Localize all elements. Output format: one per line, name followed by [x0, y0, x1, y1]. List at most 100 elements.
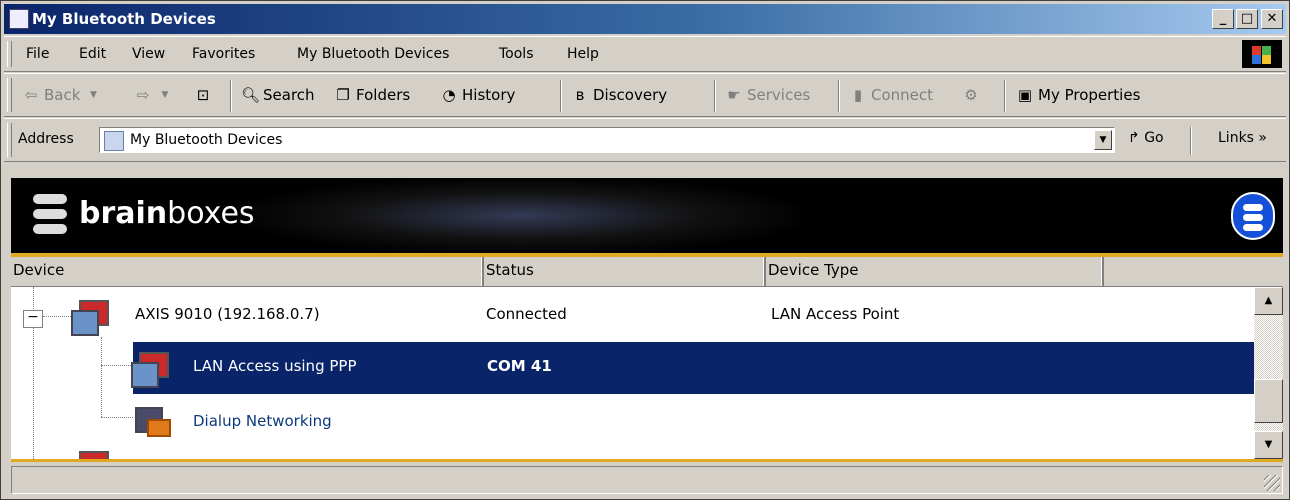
address-dropdown-button[interactable]: ▼ — [1094, 130, 1112, 150]
network-computer-icon — [71, 296, 111, 336]
go-label: Go — [1144, 130, 1164, 146]
disconnect-icon: ⚙ — [964, 86, 978, 104]
list-header: Device Status Device Type — [11, 257, 1283, 287]
toolbar-separator — [560, 80, 562, 112]
my-properties-button[interactable]: ▣ My Properties — [1016, 86, 1141, 104]
brand-regular: boxes — [167, 196, 255, 231]
status-bar — [11, 466, 1283, 494]
links-label: Links — [1218, 130, 1254, 146]
connect-label: Connect — [871, 86, 934, 104]
addressbar-grip[interactable] — [7, 123, 12, 157]
device-list: − AXIS 9010 (192.168.0.7) Connected LAN … — [11, 287, 1254, 459]
address-value: My Bluetooth Devices — [130, 132, 283, 148]
bluetooth-folder-icon — [104, 131, 124, 151]
window: My Bluetooth Devices _ □ ✕ File Edit Vie… — [0, 0, 1290, 500]
brand-bold: brain — [79, 196, 168, 231]
discovery-button[interactable]: ʙ Discovery — [571, 86, 667, 104]
menu-file[interactable]: File — [26, 46, 49, 62]
scroll-down-button[interactable]: ▼ — [1254, 431, 1283, 459]
folders-icon: ❐ — [336, 86, 350, 104]
menu-favorites[interactable]: Favorites — [192, 46, 255, 62]
network-computer-icon — [131, 348, 171, 388]
dialup-networking-icon — [133, 401, 173, 441]
back-label: Back — [44, 86, 81, 104]
brand-name: brainboxes — [79, 196, 255, 231]
banner-glow — [241, 178, 801, 253]
properties-icon: ▣ — [1017, 86, 1033, 104]
service-name: Dialup Networking — [193, 412, 332, 430]
address-label: Address — [18, 131, 74, 147]
collapse-toggle[interactable]: − — [23, 310, 43, 328]
my-properties-label: My Properties — [1038, 86, 1141, 104]
services-button[interactable]: ☛ Services — [725, 86, 810, 104]
toolbar-grip[interactable] — [7, 78, 12, 112]
history-icon: ◔ — [442, 86, 456, 104]
brainboxes-round-logo-icon — [1231, 192, 1275, 240]
up-folder-icon: ⊡ — [196, 86, 210, 104]
device-name: AXIS 9010 (192.168.0.7) — [135, 305, 320, 323]
device-row[interactable]: Dialup Networking — [11, 395, 1254, 447]
history-label: History — [462, 86, 516, 104]
go-arrow-icon: ↱ — [1128, 130, 1140, 146]
title-bar[interactable]: My Bluetooth Devices _ □ ✕ — [4, 4, 1286, 34]
forward-arrow-icon: ⇨ — [136, 86, 150, 104]
go-button[interactable]: ↱ Go — [1128, 130, 1164, 146]
services-icon: ☛ — [727, 86, 741, 104]
up-folder-button[interactable]: ⊡ — [194, 86, 212, 104]
standard-toolbar: ⇦ Back ▼ ⇨ ▼ ⊡ 🔍︎ Search ❐ Folders ◔ His… — [4, 73, 1286, 117]
folders-label: Folders — [356, 86, 411, 104]
device-type: LAN Access Point — [771, 305, 900, 323]
device-row-selected[interactable]: LAN Access using PPP COM 41 — [131, 342, 1254, 394]
network-computer-icon — [71, 447, 111, 459]
column-device-type[interactable]: Device Type — [766, 257, 1104, 286]
menu-my-bluetooth-devices[interactable]: My Bluetooth Devices — [297, 46, 449, 62]
brainboxes-banner: brainboxes — [11, 178, 1283, 253]
menu-help[interactable]: Help — [567, 46, 599, 62]
close-button[interactable]: ✕ — [1261, 9, 1283, 29]
scroll-thumb[interactable] — [1254, 379, 1283, 423]
window-title: My Bluetooth Devices — [32, 10, 216, 28]
minimize-button[interactable]: _ — [1212, 9, 1234, 29]
windows-logo-icon — [1242, 40, 1282, 68]
back-button[interactable]: ⇦ Back ▼ — [22, 86, 102, 104]
services-label: Services — [747, 86, 811, 104]
menu-view[interactable]: View — [132, 46, 165, 62]
menu-bar: File Edit View Favorites My Bluetooth De… — [4, 36, 1286, 72]
connect-button[interactable]: ▮ Connect — [849, 86, 933, 104]
toolbar-separator — [230, 80, 232, 112]
menu-edit[interactable]: Edit — [79, 46, 106, 62]
list-bottom-accent-line — [11, 459, 1283, 462]
history-button[interactable]: ◔ History — [440, 86, 515, 104]
column-status[interactable]: Status — [484, 257, 766, 286]
folders-button[interactable]: ❐ Folders — [334, 86, 410, 104]
service-port: COM 41 — [487, 357, 552, 375]
forward-dropdown-icon[interactable]: ▼ — [156, 86, 174, 104]
scroll-up-button[interactable]: ▲ — [1254, 287, 1283, 315]
discovery-label: Discovery — [593, 86, 668, 104]
forward-button[interactable]: ⇨ ▼ — [134, 86, 174, 104]
brainboxes-logo-icon — [33, 192, 67, 236]
toolbar-separator — [714, 80, 716, 112]
tree-line — [101, 365, 133, 366]
back-dropdown-icon[interactable]: ▼ — [84, 86, 102, 104]
search-icon: 🔍︎ — [241, 86, 261, 104]
column-device[interactable]: Device — [11, 257, 484, 286]
address-bar: Address My Bluetooth Devices ▼ ↱ Go Link… — [4, 118, 1286, 162]
disconnect-button[interactable]: ⚙ — [962, 86, 980, 104]
device-status: Connected — [486, 305, 567, 323]
address-separator — [1190, 127, 1192, 155]
menubar-grip[interactable] — [7, 41, 12, 67]
search-label: Search — [263, 86, 315, 104]
device-row[interactable]: − AXIS 9010 (192.168.0.7) Connected LAN … — [11, 290, 1254, 342]
resize-grip-icon[interactable] — [1264, 475, 1280, 491]
vertical-scrollbar[interactable]: ▲ ▼ — [1254, 287, 1283, 459]
maximize-button[interactable]: □ — [1236, 9, 1258, 29]
links-button[interactable]: Links » — [1218, 130, 1267, 146]
menu-tools[interactable]: Tools — [499, 46, 534, 62]
bluetooth-app-icon — [9, 9, 29, 29]
address-input[interactable]: My Bluetooth Devices ▼ — [99, 127, 1115, 153]
search-button[interactable]: 🔍︎ Search — [241, 86, 315, 104]
toolbar-separator — [1004, 80, 1006, 112]
connect-icon: ▮ — [853, 86, 863, 104]
bluetooth-discovery-icon: ʙ — [575, 86, 585, 104]
